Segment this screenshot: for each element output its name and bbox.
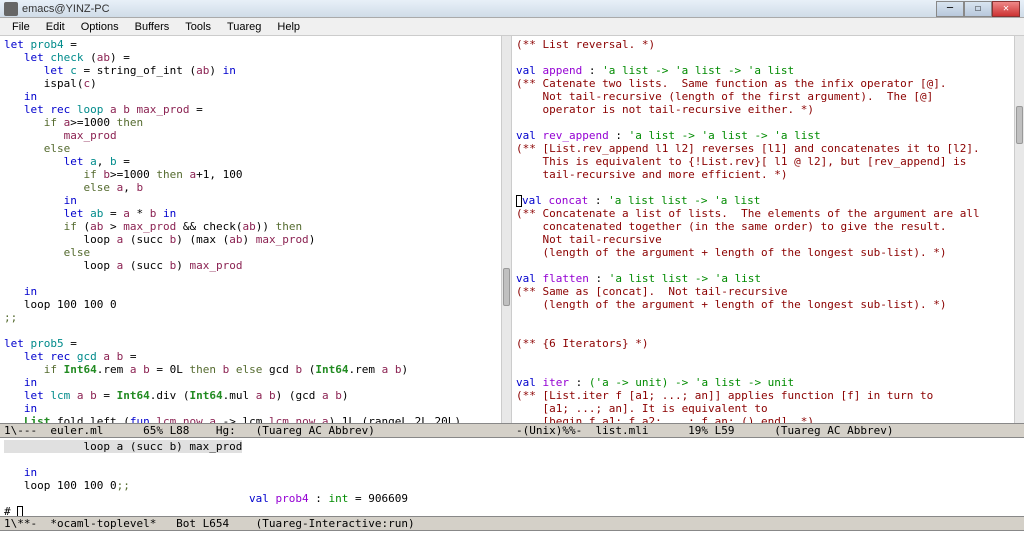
code-line: else [4, 246, 507, 259]
menu-buffers[interactable]: Buffers [127, 21, 178, 33]
code-line: max_prod [4, 129, 507, 142]
maximize-button[interactable]: ☐ [964, 1, 992, 17]
code-line: (** Catenate two lists. Same function as… [516, 77, 1020, 90]
code-line: in [4, 402, 507, 415]
code-line: in [4, 194, 507, 207]
bottom-code[interactable]: loop a (succ b) max_prod in loop 100 100… [0, 438, 1024, 516]
code-line: if a>=1000 then [4, 116, 507, 129]
code-line: in [4, 90, 507, 103]
code-line [516, 259, 1020, 272]
code-line: (** [List.rev_append l1 l2] reverses [l1… [516, 142, 1020, 155]
code-line: in [4, 285, 507, 298]
code-line: val append : 'a list -> 'a list -> 'a li… [516, 64, 1020, 77]
code-line: (** List reversal. *) [516, 38, 1020, 51]
right-modeline[interactable]: -(Unix)%%- list.mli 19% L59 (Tuareg AC A… [512, 423, 1024, 438]
left-code[interactable]: let prob4 = let check (ab) = let c = str… [0, 36, 511, 423]
code-line [516, 311, 1020, 324]
code-line: (** Same as [concat]. Not tail-recursive [516, 285, 1020, 298]
code-line: let prob4 = [4, 38, 507, 51]
bottom-buffer-pane[interactable]: loop a (succ b) max_prod in loop 100 100… [0, 438, 1024, 516]
code-line: val rev_append : 'a list -> 'a list -> '… [516, 129, 1020, 142]
code-line: ispal(c) [4, 77, 507, 90]
code-line: let a, b = [4, 155, 507, 168]
code-line: let ab = a * b in [4, 207, 507, 220]
code-line: let lcm a b = Int64.div (Int64.mul a b) … [4, 389, 507, 402]
code-line: val iter : ('a -> unit) -> 'a list -> un… [516, 376, 1020, 389]
code-line: (** [List.iter f [a1; ...; an]] applies … [516, 389, 1020, 402]
editor-area: let prob4 = let check (ab) = let c = str… [0, 36, 1024, 531]
left-buffer-pane[interactable]: let prob4 = let check (ab) = let c = str… [0, 36, 512, 423]
bottom-modeline[interactable]: 1\**- *ocaml-toplevel* Bot L654 (Tuareg-… [0, 516, 1024, 531]
scrollbar[interactable] [1014, 36, 1024, 423]
code-line: Not tail-recursive (length of the first … [516, 90, 1020, 103]
app-icon [4, 2, 18, 16]
right-buffer-pane[interactable]: (** List reversal. *) val append : 'a li… [512, 36, 1024, 423]
code-line: loop a (succ b) max_prod [4, 440, 1020, 453]
code-line: (** {6 Iterators} *) [516, 337, 1020, 350]
code-line: loop 100 100 0;; [4, 479, 1020, 492]
cursor [17, 506, 23, 516]
code-line: let c = string_of_int (ab) in [4, 64, 507, 77]
menu-edit[interactable]: Edit [38, 21, 73, 33]
code-line [516, 116, 1020, 129]
minimize-button[interactable]: ─ [936, 1, 964, 17]
code-line [516, 51, 1020, 64]
right-code[interactable]: (** List reversal. *) val append : 'a li… [512, 36, 1024, 423]
code-line: if Int64.rem a b = 0L then b else gcd b … [4, 363, 507, 376]
code-line: if b>=1000 then a+1, 100 [4, 168, 507, 181]
code-line: else [4, 142, 507, 155]
minibuffer[interactable] [0, 531, 1024, 546]
code-line: (** Concatenate a list of lists. The ele… [516, 207, 1020, 220]
window-title: emacs@YINZ-PC [22, 3, 936, 15]
code-line [4, 324, 507, 337]
code-line: let prob5 = [4, 337, 507, 350]
code-line: in [4, 466, 1020, 479]
code-line: # [4, 505, 1020, 516]
modelines: 1\--- euler.ml 65% L88 Hg: (Tuareg AC Ab… [0, 423, 1024, 438]
code-line [516, 324, 1020, 337]
code-line [4, 272, 507, 285]
code-line [516, 181, 1020, 194]
menubar: FileEditOptionsBuffersToolsTuaregHelp [0, 18, 1024, 36]
code-line: This is equivalent to {!List.rev}[ l1 @ … [516, 155, 1020, 168]
code-line: (length of the argument + length of the … [516, 246, 1020, 259]
code-line: val prob4 : int = 906609 [4, 492, 1020, 505]
code-line: loop 100 100 0 [4, 298, 507, 311]
code-line: Not tail-recursive [516, 233, 1020, 246]
scrollbar[interactable] [501, 36, 511, 423]
code-line: let rec gcd a b = [4, 350, 507, 363]
menu-file[interactable]: File [4, 21, 38, 33]
code-line: loop a (succ b) (max (ab) max_prod) [4, 233, 507, 246]
code-line: let check (ab) = [4, 51, 507, 64]
code-line: ;; [4, 311, 507, 324]
menu-tools[interactable]: Tools [177, 21, 219, 33]
code-line: let rec loop a b max_prod = [4, 103, 507, 116]
menu-options[interactable]: Options [73, 21, 127, 33]
close-button[interactable]: ✕ [992, 1, 1020, 17]
code-line: loop a (succ b) max_prod [4, 259, 507, 272]
code-line: if (ab > max_prod && check(ab)) then [4, 220, 507, 233]
code-line: concatenated together (in the same order… [516, 220, 1020, 233]
code-line: [a1; ...; an]. It is equivalent to [516, 402, 1020, 415]
code-line: [begin f a1; f a2; ...; f an; () end]. *… [516, 415, 1020, 423]
code-line [516, 363, 1020, 376]
code-line [4, 453, 1020, 466]
code-line: operator is not tail-recursive either. *… [516, 103, 1020, 116]
code-line: val concat : 'a list list -> 'a list [516, 194, 1020, 207]
code-line [516, 350, 1020, 363]
menu-help[interactable]: Help [269, 21, 308, 33]
left-modeline[interactable]: 1\--- euler.ml 65% L88 Hg: (Tuareg AC Ab… [0, 423, 512, 438]
top-panes: let prob4 = let check (ab) = let c = str… [0, 36, 1024, 423]
menu-tuareg[interactable]: Tuareg [219, 21, 269, 33]
code-line: tail-recursive and more efficient. *) [516, 168, 1020, 181]
window-controls: ─ ☐ ✕ [936, 1, 1020, 17]
titlebar: emacs@YINZ-PC ─ ☐ ✕ [0, 0, 1024, 18]
code-line: List.fold_left (fun lcm_now a -> lcm lcm… [4, 415, 507, 423]
code-line: in [4, 376, 507, 389]
code-line: else a, b [4, 181, 507, 194]
code-line: val flatten : 'a list list -> 'a list [516, 272, 1020, 285]
code-line: (length of the argument + length of the … [516, 298, 1020, 311]
